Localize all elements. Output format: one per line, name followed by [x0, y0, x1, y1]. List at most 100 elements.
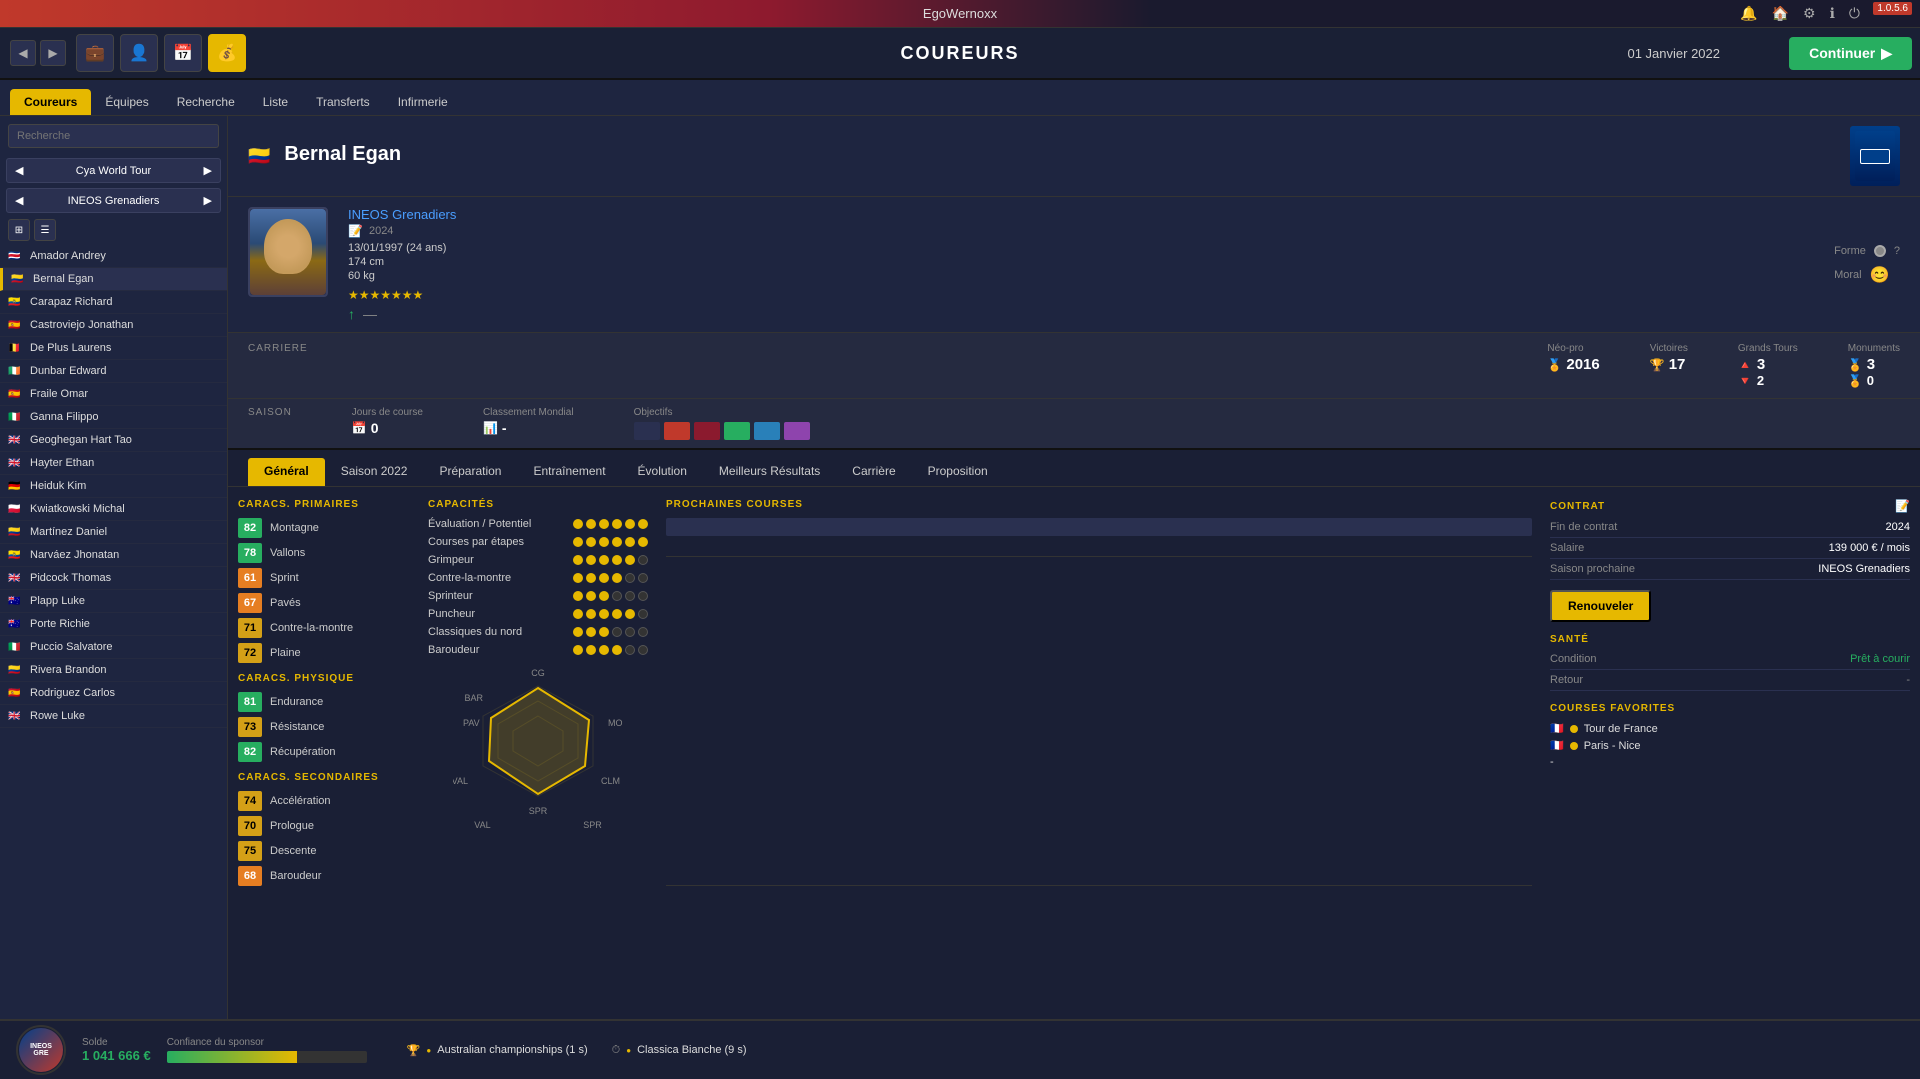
forme-label: Forme [1834, 245, 1866, 257]
dot-empty [638, 645, 648, 655]
gear-icon[interactable]: ⚙ [1803, 5, 1816, 22]
rider-item[interactable]: 🇧🇪De Plus Laurens [0, 337, 227, 360]
team-dropdown-arrow-left[interactable]: ◀ [15, 194, 23, 207]
obj-badge-4 [724, 422, 750, 440]
filter-icon-1[interactable]: ⊞ [8, 219, 30, 241]
renew-button[interactable]: Renouveler [1550, 590, 1651, 622]
team-dropdown-arrow-right[interactable]: ▶ [204, 194, 212, 207]
nav-finances-icon[interactable]: 💼 [76, 34, 114, 72]
obj-badge-6 [784, 422, 810, 440]
app-title: EgoWernoxx [923, 6, 997, 21]
rider-item[interactable]: 🇨🇴Bernal Egan [0, 268, 227, 291]
career-stats: CARRIERE Néo-pro 🏅 2016 Victoires 🏆 17 [228, 333, 1920, 399]
sponsor-label: Confiance du sponsor [167, 1037, 367, 1048]
rider-flag: 🇩🇪 [8, 481, 24, 492]
rider-item[interactable]: 🇪🇸Rodriguez Carlos [0, 682, 227, 705]
subtab-entrainement[interactable]: Entraînement [517, 458, 621, 486]
power-icon[interactable]: ⏻ [1849, 5, 1860, 22]
rider-item[interactable]: 🇬🇧Hayter Ethan [0, 452, 227, 475]
rider-item[interactable]: 🇪🇸Fraile Omar [0, 383, 227, 406]
tab-transferts[interactable]: Transferts [302, 89, 384, 115]
rider-item[interactable]: 🇬🇧Pidcock Thomas [0, 567, 227, 590]
tab-equipes[interactable]: Équipes [91, 89, 162, 115]
dot-filled [638, 537, 648, 547]
nav-back[interactable]: ◀ [10, 40, 36, 66]
rider-item[interactable]: 🇪🇸Castroviejo Jonathan [0, 314, 227, 337]
stat-name: Résistance [270, 721, 324, 733]
rider-item[interactable]: 🇬🇧Rowe Luke [0, 705, 227, 728]
rider-flag: 🇬🇧 [8, 573, 24, 584]
nav-calendar-icon[interactable]: 📅 [164, 34, 202, 72]
stat-name: Baroudeur [270, 870, 321, 882]
capacity-item: Sprinteur [428, 590, 648, 602]
secondary-stat-item: 74Accélération [238, 791, 418, 811]
capacity-item: Baroudeur [428, 644, 648, 656]
rider-item[interactable]: 🇨🇴Martínez Daniel [0, 521, 227, 544]
team-dropdown[interactable]: ◀ INEOS Grenadiers ▶ [6, 188, 221, 213]
radar-chart: CG MON CLM SPR VAL PAV BAR [453, 666, 623, 816]
nav-active-icon[interactable]: 💰 [208, 34, 246, 72]
dot-filled [612, 573, 622, 583]
tab-infirmerie[interactable]: Infirmerie [384, 89, 462, 115]
subtab-saison[interactable]: Saison 2022 [325, 458, 424, 486]
rider-item[interactable]: 🇮🇪Dunbar Edward [0, 360, 227, 383]
rider-name: Narváez Jhonatan [30, 549, 119, 561]
rider-item[interactable]: 🇮🇹Puccio Salvatore [0, 636, 227, 659]
contract-edit-icon[interactable]: 📝 [1895, 499, 1910, 513]
tab-coureurs[interactable]: Coureurs [10, 89, 91, 115]
subtab-proposition[interactable]: Proposition [912, 458, 1004, 486]
jours-value: 0 [371, 420, 379, 436]
stat-value: 67 [238, 593, 262, 613]
filter-icon-2[interactable]: ☰ [34, 219, 56, 241]
rider-flag: 🇬🇧 [8, 711, 24, 722]
dropdown-arrow-right[interactable]: ▶ [204, 164, 212, 177]
rider-item[interactable]: 🇵🇱Kwiatkowski Michal [0, 498, 227, 521]
subtab-preparation[interactable]: Préparation [423, 458, 517, 486]
radar-val-label: VAL [474, 820, 490, 830]
classement-value: - [502, 420, 507, 436]
right-panel: CONTRAT 📝 Fin de contrat 2024 Salaire 13… [1550, 499, 1910, 891]
dot-empty [638, 609, 648, 619]
tab-liste[interactable]: Liste [249, 89, 302, 115]
jersey-image [1850, 126, 1900, 186]
rider-flag: 🇮🇪 [8, 366, 24, 377]
search-input[interactable] [8, 124, 219, 148]
nav-riders-icon[interactable]: 👤 [120, 34, 158, 72]
continue-button[interactable]: Continuer ▶ [1789, 37, 1912, 70]
rider-item[interactable]: 🇮🇹Ganna Filippo [0, 406, 227, 429]
dropdown-arrow-left[interactable]: ◀ [15, 164, 23, 177]
separator-2 [666, 885, 1532, 886]
rider-item[interactable]: 🇦🇺Porte Richie [0, 613, 227, 636]
dot-filled [573, 645, 583, 655]
subtab-meilleurs[interactable]: Meilleurs Résultats [703, 458, 836, 486]
bell-icon[interactable]: 🔔 [1740, 5, 1757, 22]
rider-item[interactable]: 🇨🇷Amador Andrey [0, 245, 227, 268]
capacity-item: Courses par étapes [428, 536, 648, 548]
capacities-title: CAPACITÉS [428, 499, 648, 510]
rider-item[interactable]: 🇨🇴Rivera Brandon [0, 659, 227, 682]
rider-name: Porte Richie [30, 618, 90, 630]
subtab-carriere[interactable]: Carrière [836, 458, 911, 486]
rider-item[interactable]: 🇦🇺Plapp Luke [0, 590, 227, 613]
tab-recherche[interactable]: Recherche [163, 89, 249, 115]
dot-filled [573, 519, 583, 529]
cap-name: Sprinteur [428, 590, 573, 602]
renew-container: Renouveler [1550, 590, 1910, 622]
dot-filled [599, 555, 609, 565]
subtab-general[interactable]: Général [248, 458, 325, 486]
stat-name: Descente [270, 845, 316, 857]
info-icon[interactable]: ℹ [1830, 5, 1835, 22]
tour-dropdown[interactable]: ◀ Cya World Tour ▶ [6, 158, 221, 183]
svg-text:VAL: VAL [453, 776, 468, 786]
rider-item[interactable]: 🇩🇪Heiduk Kim [0, 475, 227, 498]
rider-item[interactable]: 🇪🇨Carapaz Richard [0, 291, 227, 314]
rider-name: Plapp Luke [30, 595, 85, 607]
dot-filled [586, 519, 596, 529]
rider-item[interactable]: 🇬🇧Geoghegan Hart Tao [0, 429, 227, 452]
cap-name: Contre-la-montre [428, 572, 573, 584]
nav-forward[interactable]: ▶ [40, 40, 66, 66]
subtab-evolution[interactable]: Évolution [622, 458, 703, 486]
home-icon[interactable]: 🏠 [1772, 5, 1789, 22]
rating-stars: ★★★★★★★ [348, 288, 1814, 302]
rider-item[interactable]: 🇪🇨Narváez Jhonatan [0, 544, 227, 567]
